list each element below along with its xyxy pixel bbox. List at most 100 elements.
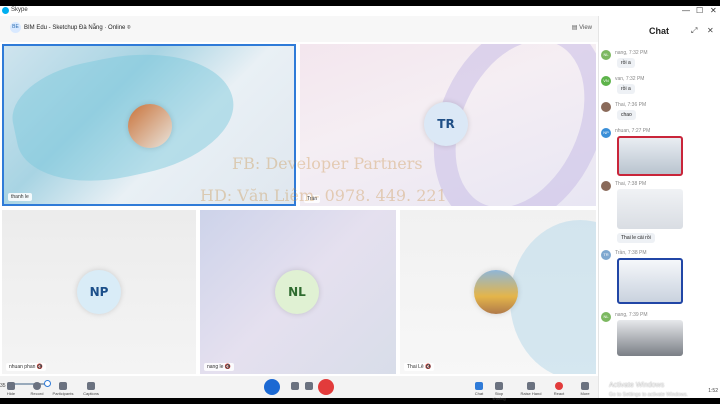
view-button[interactable]: ▤ View xyxy=(572,24,592,31)
heart-icon xyxy=(555,382,563,390)
chat-message: TR Trần, 7:38 PM xyxy=(601,250,719,310)
captions-label: Captions xyxy=(83,391,99,396)
chat-title: Chat xyxy=(649,26,669,36)
message-meta: nang, 7:32 PM xyxy=(615,50,648,56)
close-chat-icon[interactable]: ✕ xyxy=(707,26,714,35)
background-wave xyxy=(4,46,245,198)
stop-sharing-label: Stop sharing xyxy=(492,391,506,401)
message-meta: Thai, 7:36 PM xyxy=(615,102,647,108)
participant-tile-tran[interactable]: TR Trần xyxy=(300,44,596,206)
chat-button[interactable]: Chat xyxy=(468,382,490,396)
captions-button[interactable]: Captions xyxy=(80,382,102,396)
right-clock: 1:52 xyxy=(708,388,718,394)
avatar-initials: NP xyxy=(77,270,121,314)
share-icon xyxy=(305,382,313,390)
message-avatar: TR xyxy=(601,250,611,260)
message-avatar: NP xyxy=(601,128,611,138)
record-button[interactable]: Record xyxy=(26,382,48,396)
title-bar: Skype — ☐ ✕ xyxy=(0,6,720,16)
react-label: React xyxy=(553,391,565,396)
record-icon xyxy=(33,382,41,390)
chat-panel: Chat ⤢ ✕ NL nang, 7:32 PM rồi a VN van, … xyxy=(598,16,720,398)
message-avatar: NL xyxy=(601,312,611,322)
chat-message: NL nang, 7:39 PM xyxy=(601,312,719,358)
message-text: rồi a xyxy=(617,58,635,68)
microphone-button[interactable] xyxy=(264,379,280,395)
chat-message: Thai, 7:38 PM Thai le cài rồi xyxy=(601,181,719,247)
call-header: BE BIM Edu - Sketchup Đà Nẵng · Online ⌾… xyxy=(0,16,598,42)
participant-name: nang le 🔇 xyxy=(204,363,235,371)
screen: Skype — ☐ ✕ BE BIM Edu - Sketchup Đà Nẵn… xyxy=(0,0,720,404)
participants-label: Participants xyxy=(52,391,74,396)
message-avatar xyxy=(601,181,611,191)
image-attachment[interactable] xyxy=(617,189,683,229)
participants-button[interactable]: Participants xyxy=(52,382,74,396)
hide-label: Hide xyxy=(6,391,16,396)
chat-label: Chat xyxy=(474,391,484,396)
participant-tile-thanh-le[interactable]: thanh le xyxy=(2,44,296,206)
message-meta: van, 7:32 PM xyxy=(615,76,645,82)
message-text: chao xyxy=(617,110,636,120)
raise-hand-label: Raise Hand xyxy=(520,391,542,396)
image-attachment[interactable] xyxy=(617,320,683,356)
captions-icon xyxy=(87,382,95,390)
more-button[interactable]: More xyxy=(574,382,596,396)
more-icon xyxy=(581,382,589,390)
background-arc xyxy=(510,220,596,374)
participants-icon xyxy=(59,382,67,390)
avatar-photo xyxy=(128,104,172,148)
more-label: More xyxy=(580,391,590,396)
window-title: Skype xyxy=(11,7,28,13)
watermark-line-1: FB: Developer Partners xyxy=(232,154,423,173)
close-button[interactable]: ✕ xyxy=(710,6,717,15)
activate-windows-title: Activate Windows xyxy=(609,382,665,389)
participant-tile-nang-le[interactable]: NL nang le 🔇 xyxy=(200,210,396,374)
chat-message: Thai, 7:36 PM chao xyxy=(601,102,719,122)
message-meta: nhuan, 7:27 PM xyxy=(615,128,651,134)
group-avatar: BE xyxy=(10,22,21,33)
hand-icon xyxy=(527,382,535,390)
call-name: BIM Edu - Sketchup Đà Nẵng · Online ⌾ xyxy=(24,25,131,31)
avatar-photo xyxy=(474,270,518,314)
hide-button[interactable]: Hide xyxy=(0,382,22,396)
skype-icon xyxy=(2,7,9,14)
message-meta: Thai, 7:38 PM xyxy=(615,181,647,187)
message-avatar: VN xyxy=(601,76,611,86)
avatar-initials: NL xyxy=(275,270,319,314)
view-label: View xyxy=(579,25,592,31)
stop-sharing-button[interactable]: Stop sharing xyxy=(488,382,510,401)
message-meta: nang, 7:39 PM xyxy=(615,312,648,318)
minimize-button[interactable]: — xyxy=(682,6,690,15)
message-meta: Trần, 7:38 PM xyxy=(615,250,647,256)
share-button[interactable] xyxy=(298,382,320,391)
activate-windows-subtitle: Go to Settings to activate Windows. xyxy=(609,392,688,398)
participant-name: thanh le xyxy=(8,193,32,201)
message-text: Thai le cài rồi xyxy=(617,233,655,243)
message-avatar: NL xyxy=(601,50,611,60)
chat-message: NL nang, 7:32 PM rồi a xyxy=(601,50,719,70)
end-call-button[interactable] xyxy=(318,379,334,395)
stop-sharing-icon xyxy=(495,382,503,390)
record-label: Record xyxy=(30,391,44,396)
image-attachment[interactable] xyxy=(617,136,683,176)
image-attachment[interactable] xyxy=(617,258,683,304)
expand-icon[interactable]: ⤢ xyxy=(691,26,697,36)
chat-icon xyxy=(475,382,483,390)
maximize-button[interactable]: ☐ xyxy=(696,6,703,15)
video-grid: thanh le TR Trần NP nhuan phan 🔇 NL nang… xyxy=(0,42,598,376)
participant-tile-thai-le[interactable]: Thai Lê 🔇 xyxy=(400,210,596,374)
participant-name: nhuan phan 🔇 xyxy=(6,363,47,371)
react-button[interactable]: React xyxy=(548,382,570,396)
avatar-initials: TR xyxy=(424,102,468,146)
participant-tile-nhuan-phan[interactable]: NP nhuan phan 🔇 xyxy=(2,210,196,374)
chat-message: NP nhuan, 7:27 PM xyxy=(601,128,719,178)
skype-window: Skype — ☐ ✕ BE BIM Edu - Sketchup Đà Nẵn… xyxy=(0,6,720,401)
participant-name: Thai Lê 🔇 xyxy=(404,363,435,371)
watermark-line-2: HD: Văn Liêm- 0978. 449. 221 xyxy=(200,186,447,205)
hide-icon xyxy=(7,382,15,390)
message-text: rồi a xyxy=(617,84,635,94)
chat-message: VN van, 7:32 PM rồi a xyxy=(601,76,719,96)
message-avatar xyxy=(601,102,611,112)
raise-hand-button[interactable]: Raise Hand xyxy=(520,382,542,396)
call-controls: 35 Hide Record Participants Captions Cha… xyxy=(0,376,598,401)
